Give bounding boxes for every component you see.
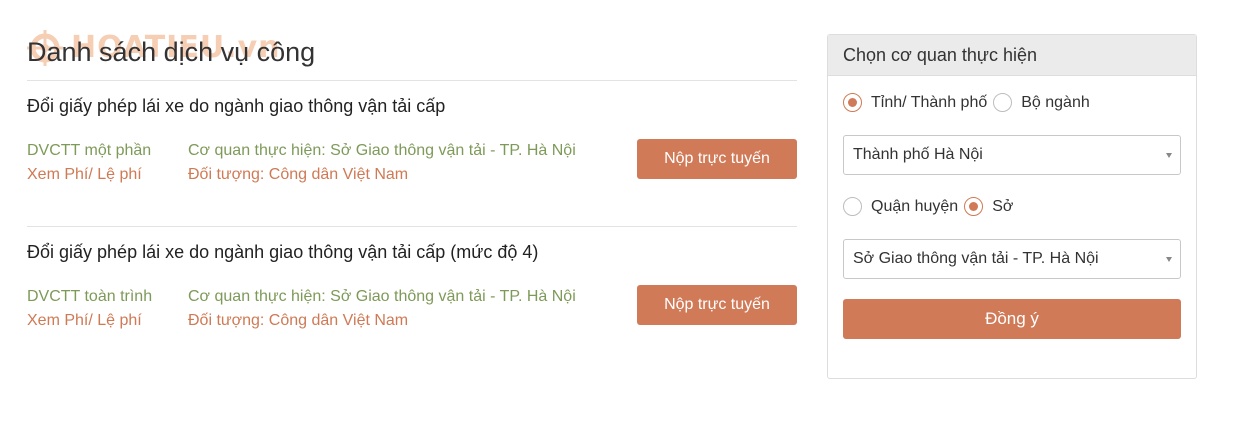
province-select-value: Thành phố Hà Nội xyxy=(853,146,983,163)
service-agency: Cơ quan thực hiện: Sở Giao thông vận tải… xyxy=(188,288,576,305)
service-item: Đổi giấy phép lái xe do ngành giao thông… xyxy=(27,227,797,372)
radio-ministry[interactable] xyxy=(993,93,1013,112)
panel-title: Chọn cơ quan thực hiện xyxy=(828,35,1196,76)
radio-district-label[interactable]: Quận huyện xyxy=(871,198,958,216)
radio-department[interactable] xyxy=(964,197,984,216)
radio-district[interactable] xyxy=(843,197,862,216)
confirm-button[interactable]: Đồng ý xyxy=(843,299,1181,339)
caret-down-icon xyxy=(1166,153,1172,158)
radio-ministry-label[interactable]: Bộ ngành xyxy=(1021,94,1090,112)
service-title[interactable]: Đổi giấy phép lái xe do ngành giao thông… xyxy=(27,96,445,117)
service-list-section: HOATIEU.vn Danh sách dịch vụ công Đổi gi… xyxy=(27,30,797,372)
service-item: Đổi giấy phép lái xe do ngành giao thông… xyxy=(27,81,797,226)
department-select[interactable]: Sở Giao thông vận tải - TP. Hà Nội xyxy=(843,239,1181,279)
page-title-text: Danh sách dịch vụ công xyxy=(27,37,316,67)
province-select[interactable]: Thành phố Hà Nội xyxy=(843,135,1181,175)
radio-province-label[interactable]: Tỉnh/ Thành phố xyxy=(871,94,987,112)
service-level: DVCTT một phần xyxy=(27,142,152,159)
service-target: Đối tượng: Công dân Việt Nam xyxy=(188,166,409,183)
service-target: Đối tượng: Công dân Việt Nam xyxy=(188,312,409,329)
service-title[interactable]: Đổi giấy phép lái xe do ngành giao thông… xyxy=(27,242,538,263)
submit-online-button[interactable]: Nộp trực tuyến xyxy=(637,285,797,325)
service-meta: DVCTT một phần Xem Phí/ Lệ phí xyxy=(27,139,187,187)
unit-radio-group: Quận huyện Sở xyxy=(843,197,1019,216)
agency-filter-panel: Chọn cơ quan thực hiện Tỉnh/ Thành phố B… xyxy=(827,34,1197,379)
service-agency: Cơ quan thực hiện: Sở Giao thông vận tải… xyxy=(188,142,576,159)
fee-link[interactable]: Xem Phí/ Lệ phí xyxy=(27,309,187,333)
level-radio-group: Tỉnh/ Thành phố Bộ ngành xyxy=(843,93,1096,112)
radio-department-label[interactable]: Sở xyxy=(992,198,1013,216)
caret-down-icon xyxy=(1166,257,1172,262)
department-select-value: Sở Giao thông vận tải - TP. Hà Nội xyxy=(853,250,1099,267)
submit-online-button[interactable]: Nộp trực tuyến xyxy=(637,139,797,179)
service-details: Cơ quan thực hiện: Sở Giao thông vận tải… xyxy=(188,139,608,187)
service-level: DVCTT toàn trình xyxy=(27,288,153,305)
service-meta: DVCTT toàn trình Xem Phí/ Lệ phí xyxy=(27,285,187,333)
fee-link[interactable]: Xem Phí/ Lệ phí xyxy=(27,163,187,187)
page-title: HOATIEU.vn Danh sách dịch vụ công xyxy=(27,30,797,80)
radio-province[interactable] xyxy=(843,93,862,112)
service-details: Cơ quan thực hiện: Sở Giao thông vận tải… xyxy=(188,285,608,333)
